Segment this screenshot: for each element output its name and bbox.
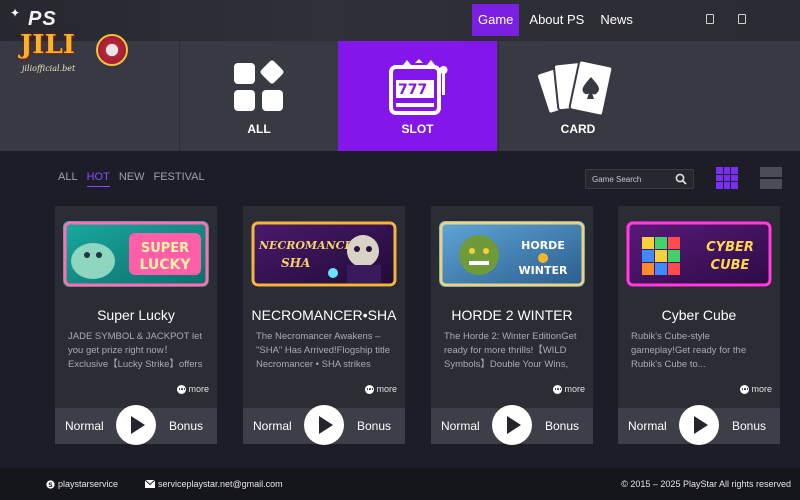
svg-text:CYBER: CYBER [706,240,754,255]
play-icon[interactable] [492,405,532,445]
more-link[interactable]: more [177,384,209,394]
game-thumbnail[interactable]: CYBER CUBE [626,221,772,287]
skype-id: playstarservice [58,479,119,489]
skype-icon: S [46,479,55,488]
game-thumbnail[interactable]: HORDE WINTER [439,221,585,287]
game-title[interactable]: HORDE 2 WINTER [431,307,593,323]
normal-mode-button[interactable]: Normal [441,419,480,433]
nav-news[interactable]: News [594,4,639,36]
category-slot-label: SLOT [401,122,434,136]
svg-text:CUBE: CUBE [711,258,750,273]
play-icon[interactable] [679,405,719,445]
svg-text:SHA: SHA [281,256,310,270]
filter-festival[interactable]: FESTIVAL [153,171,204,187]
category-slot[interactable]: 777 SLOT [338,41,497,151]
game-thumbnail[interactable]: NECROMANCER SHA [251,221,397,287]
play-icon[interactable] [116,405,156,445]
more-label: more [376,384,397,394]
more-icon [365,384,375,394]
category-all[interactable]: ALL [179,41,338,151]
more-label: more [188,384,209,394]
bonus-mode-button[interactable]: Bonus [545,419,579,433]
game-search-box [585,169,694,189]
category-card[interactable]: CARD [498,41,657,151]
more-icon [177,384,187,394]
game-card-cyber-cube: CYBER CUBE Cyber Cube Rubik's Cube-style… [618,206,780,445]
category-card-label: CARD [560,122,596,136]
more-link[interactable]: more [740,384,772,394]
game-description: JADE SYMBOL & JACKPOT let you get prize … [68,331,203,370]
game-card-necromancer-sha: NECROMANCER SHA NECROMANCER•SHA The Necr… [243,206,405,445]
play-bar: Normal Bonus [243,405,405,445]
normal-mode-button[interactable]: Normal [628,419,667,433]
svg-text:HORDE: HORDE [521,239,565,252]
play-bar: Normal Bonus [55,405,217,445]
list-view-icon[interactable] [760,167,782,189]
svg-text:WINTER: WINTER [519,264,568,277]
email-contact[interactable]: serviceplaystar.net@gmail.com [145,479,283,489]
logo-jili-text: JILI [20,30,75,60]
copyright: © 2015 – 2025 PlayStar All rights reserv… [621,479,791,489]
all-icon [234,60,284,111]
search-icon[interactable] [675,173,687,185]
logo-subtext: jiliofficial.bet [22,64,76,73]
bonus-mode-button[interactable]: Bonus [732,419,766,433]
normal-mode-button[interactable]: Normal [253,419,292,433]
email-address: serviceplaystar.net@gmail.com [158,479,283,489]
logo-ps-text: PS [28,8,57,30]
nav-about-ps[interactable]: About PS [523,4,590,36]
more-label: more [751,384,772,394]
bonus-mode-button[interactable]: Bonus [357,419,391,433]
game-title[interactable]: Super Lucky [55,307,217,323]
game-description: The Necromancer Awakens – "SHA" Has Arri… [256,331,390,370]
game-search-input[interactable] [592,173,672,185]
more-link[interactable]: more [553,384,585,394]
play-bar: Normal Bonus [431,405,593,445]
window-icon-1[interactable] [706,14,714,24]
footer: S playstarservice serviceplaystar.net@gm… [0,468,800,500]
game-description: Rubik's Cube-style gameplay!Get ready fo… [631,331,747,370]
window-icon-2[interactable] [738,14,746,24]
play-bar: Normal Bonus [618,405,780,445]
filter-new[interactable]: NEW [119,171,145,187]
game-description: The Horde 2: Winter EditionGet ready for… [444,331,577,370]
svg-text:777: 777 [398,82,427,98]
category-all-label: ALL [247,122,271,136]
slot-machine-icon: 777 [388,59,447,115]
grid-view-icon[interactable] [716,167,738,189]
play-icon[interactable] [304,405,344,445]
more-icon [553,384,563,394]
game-title[interactable]: Cyber Cube [618,307,780,323]
game-thumbnail[interactable]: SUPER LUCKY [63,221,209,287]
logo-badge-icon [96,34,128,66]
game-title[interactable]: NECROMANCER•SHA [243,307,405,323]
normal-mode-button[interactable]: Normal [65,419,104,433]
svg-text:NECROMANCER: NECROMANCER [258,239,362,252]
game-card-super-lucky: SUPER LUCKY Super Lucky JADE SYMBOL & JA… [55,206,217,445]
filter-tabs: ALL HOT NEW FESTIVAL [58,171,214,187]
more-link[interactable]: more [365,384,397,394]
nav-game[interactable]: Game [472,4,520,36]
sparkle-icon: ✦ [10,6,21,20]
svg-text:LUCKY: LUCKY [139,257,191,273]
bonus-mode-button[interactable]: Bonus [169,419,203,433]
svg-text:SUPER: SUPER [141,241,189,256]
mail-icon [145,480,155,488]
main-nav: Game About PS News [472,4,643,36]
skype-contact[interactable]: S playstarservice [46,479,118,489]
more-label: more [564,384,585,394]
game-card-horde-2-winter: HORDE WINTER HORDE 2 WINTER The Horde 2:… [431,206,593,445]
playing-cards-icon [538,59,614,117]
svg-text:S: S [48,481,53,488]
filter-hot[interactable]: HOT [86,171,110,187]
filter-all[interactable]: ALL [58,171,78,187]
more-icon [740,384,750,394]
site-logo[interactable]: ✦ PS JILI jiliofficial.bet [6,4,130,78]
